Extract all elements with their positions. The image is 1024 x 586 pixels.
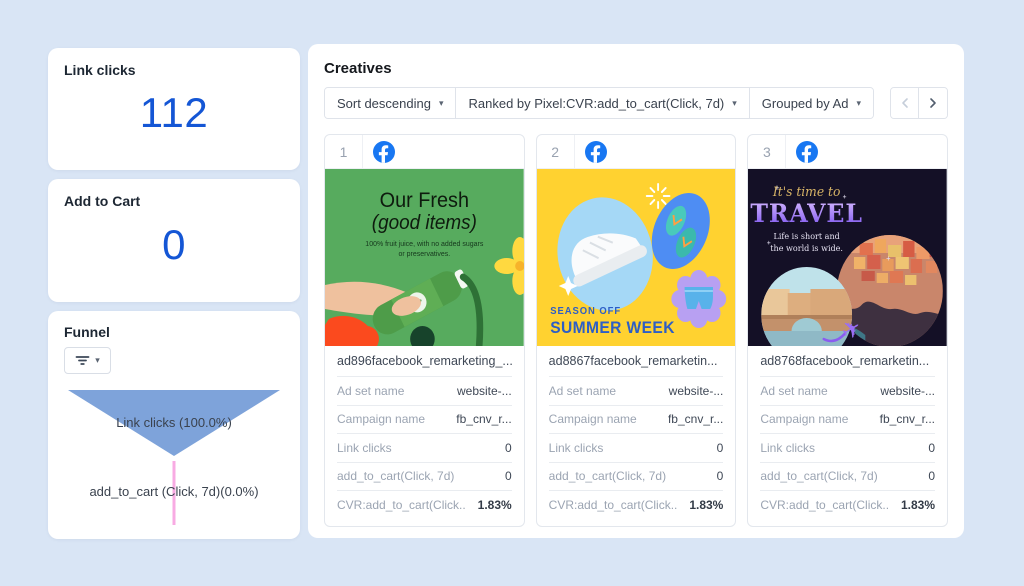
stat-row: Link clicks 0	[760, 434, 935, 463]
creative-image-juice: Our Fresh (good items) 100% fruit juice,…	[325, 169, 524, 346]
caret-down-icon: ▾	[857, 99, 862, 108]
metric-label: Link clicks	[64, 62, 284, 78]
stat-row: CVR:add_to_cart(Click.. 1.83%	[549, 491, 724, 520]
ad-name: ad896facebook_remarketing_...	[337, 346, 512, 377]
funnel-stage-2-label: add_to_cart (Click, 7d)(0.0%)	[89, 484, 258, 499]
stat-row: Ad set name website-...	[337, 377, 512, 406]
chevron-left-icon	[900, 97, 910, 109]
creatives-panel: Creatives Sort descending ▾ Ranked by Pi…	[308, 44, 964, 538]
creative-headline: TRAVEL	[751, 198, 864, 228]
stat-row: add_to_cart(Click, 7d) 0	[549, 463, 724, 492]
creative-body: or preservatives.	[399, 249, 451, 258]
creatives-controls: Sort descending ▾ Ranked by Pixel:CVR:ad…	[324, 87, 948, 119]
sort-dropdown[interactable]: Sort descending ▾	[325, 88, 456, 118]
rank-badge: 3	[748, 135, 786, 168]
metrics-sidebar: Link clicks 112 Add to Cart 0 Funnel ▾	[48, 48, 300, 539]
stat-row: CVR:add_to_cart(Click.. 1.83%	[760, 491, 935, 520]
creative-headline: Our Fresh	[380, 189, 469, 213]
caret-down-icon: ▾	[732, 99, 737, 108]
funnel-filter-button[interactable]: ▾	[64, 347, 111, 374]
creative-card-header: 1	[325, 135, 524, 169]
ranked-by-dropdown-label: Ranked by Pixel:CVR:add_to_cart(Click, 7…	[468, 96, 724, 111]
pagination	[890, 87, 948, 119]
stat-row: add_to_cart(Click, 7d) 0	[760, 463, 935, 492]
caret-down-icon: ▾	[95, 356, 100, 365]
funnel-title: Funnel	[64, 324, 284, 340]
funnel-chart: Link clicks (100.0%) add_to_cart (Click,…	[65, 384, 283, 534]
creative-body: Life is short and	[774, 231, 841, 241]
creative-card-1[interactable]: 1	[324, 134, 525, 527]
creative-image-summer: SEASON OFF SUMMER WEEK	[537, 169, 736, 346]
chevron-right-icon	[928, 97, 938, 109]
stat-row: Ad set name website-...	[549, 377, 724, 406]
grouped-by-dropdown-label: Grouped by Ad	[762, 96, 849, 111]
creative-card-2[interactable]: 2	[536, 134, 737, 527]
facebook-icon	[585, 141, 607, 163]
creative-body: 100% fruit juice, with no added sugars	[365, 239, 483, 248]
creative-stats: ad896facebook_remarketing_... Ad set nam…	[325, 346, 524, 526]
stat-row: Campaign name fb_cnv_r...	[760, 406, 935, 435]
stat-row: Link clicks 0	[337, 434, 512, 463]
facebook-icon	[373, 141, 395, 163]
creative-eyebrow: It's time to	[772, 184, 841, 199]
metric-value: 0	[64, 209, 284, 288]
facebook-icon	[796, 141, 818, 163]
creative-subhead: (good items)	[372, 212, 477, 235]
next-page-button[interactable]	[919, 88, 947, 118]
rank-badge: 2	[537, 135, 575, 168]
creative-card-header: 2	[537, 135, 736, 169]
caret-down-icon: ▾	[439, 99, 444, 108]
stat-row: Link clicks 0	[549, 434, 724, 463]
creative-card-3[interactable]: 3	[747, 134, 948, 527]
metric-value: 112	[64, 78, 284, 156]
creative-headline: SUMMER WEEK	[550, 319, 675, 337]
stat-row: CVR:add_to_cart(Click.. 1.83%	[337, 491, 512, 520]
svg-text:+: +	[886, 254, 891, 263]
metric-card-add-to-cart: Add to Cart 0	[48, 179, 300, 302]
creative-body: the world is wide.	[771, 243, 844, 253]
stat-row: Campaign name fb_cnv_r...	[549, 406, 724, 435]
ranked-by-dropdown[interactable]: Ranked by Pixel:CVR:add_to_cart(Click, 7…	[456, 88, 749, 118]
stat-row: add_to_cart(Click, 7d) 0	[337, 463, 512, 492]
creative-image-travel: ✈ ++ ++ It's time to TRAVEL Life is shor…	[748, 169, 947, 346]
stat-row: Campaign name fb_cnv_r...	[337, 406, 512, 435]
panel-title: Creatives	[324, 60, 948, 77]
creative-stats: ad8768facebook_remarketin... Ad set name…	[748, 346, 947, 526]
metric-label: Add to Cart	[64, 193, 284, 209]
creative-cards-row: 1	[324, 134, 948, 527]
funnel-icon	[75, 355, 90, 367]
creatives-filter-group: Sort descending ▾ Ranked by Pixel:CVR:ad…	[324, 87, 874, 119]
ad-name: ad8768facebook_remarketin...	[760, 346, 935, 377]
funnel-card: Funnel ▾ Link clicks (100.0%) add_to_car…	[48, 311, 300, 539]
creative-tagline: SEASON OFF	[550, 306, 621, 317]
sort-dropdown-label: Sort descending	[337, 96, 431, 111]
creative-card-header: 3	[748, 135, 947, 169]
creative-stats: ad8867facebook_remarketin... Ad set name…	[537, 346, 736, 526]
stat-row: Ad set name website-...	[760, 377, 935, 406]
prev-page-button[interactable]	[891, 88, 919, 118]
funnel-stage-1-label: Link clicks (100.0%)	[116, 415, 232, 430]
grouped-by-dropdown[interactable]: Grouped by Ad ▾	[750, 88, 873, 118]
rank-badge: 1	[325, 135, 363, 168]
metric-card-link-clicks: Link clicks 112	[48, 48, 300, 170]
ad-name: ad8867facebook_remarketin...	[549, 346, 724, 377]
